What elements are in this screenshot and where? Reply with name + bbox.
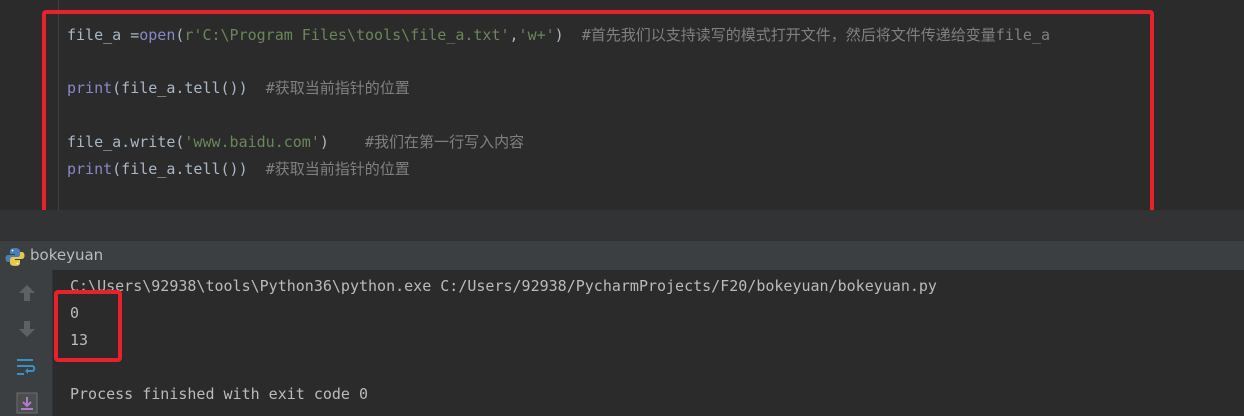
output-highlight-box (54, 290, 122, 362)
scroll-to-end-icon[interactable] (14, 390, 40, 416)
run-toolbar (0, 270, 53, 416)
console-output[interactable]: C:\Users\92938\tools\Python36\python.exe… (53, 270, 1244, 416)
arrow-up-icon[interactable] (14, 280, 40, 306)
python-icon (5, 248, 25, 266)
run-tab-title[interactable]: bokeyuan (30, 246, 103, 264)
arrow-down-icon[interactable] (14, 316, 40, 342)
console-line: Process finished with exit code 0 (70, 385, 369, 403)
panel-divider (0, 210, 1244, 240)
soft-wrap-icon[interactable] (14, 354, 40, 380)
run-tool-window-header[interactable]: bokeyuan (0, 240, 1244, 271)
code-highlight-box (42, 10, 1154, 215)
console-line: C:\Users\92938\tools\Python36\python.exe… (70, 277, 937, 295)
